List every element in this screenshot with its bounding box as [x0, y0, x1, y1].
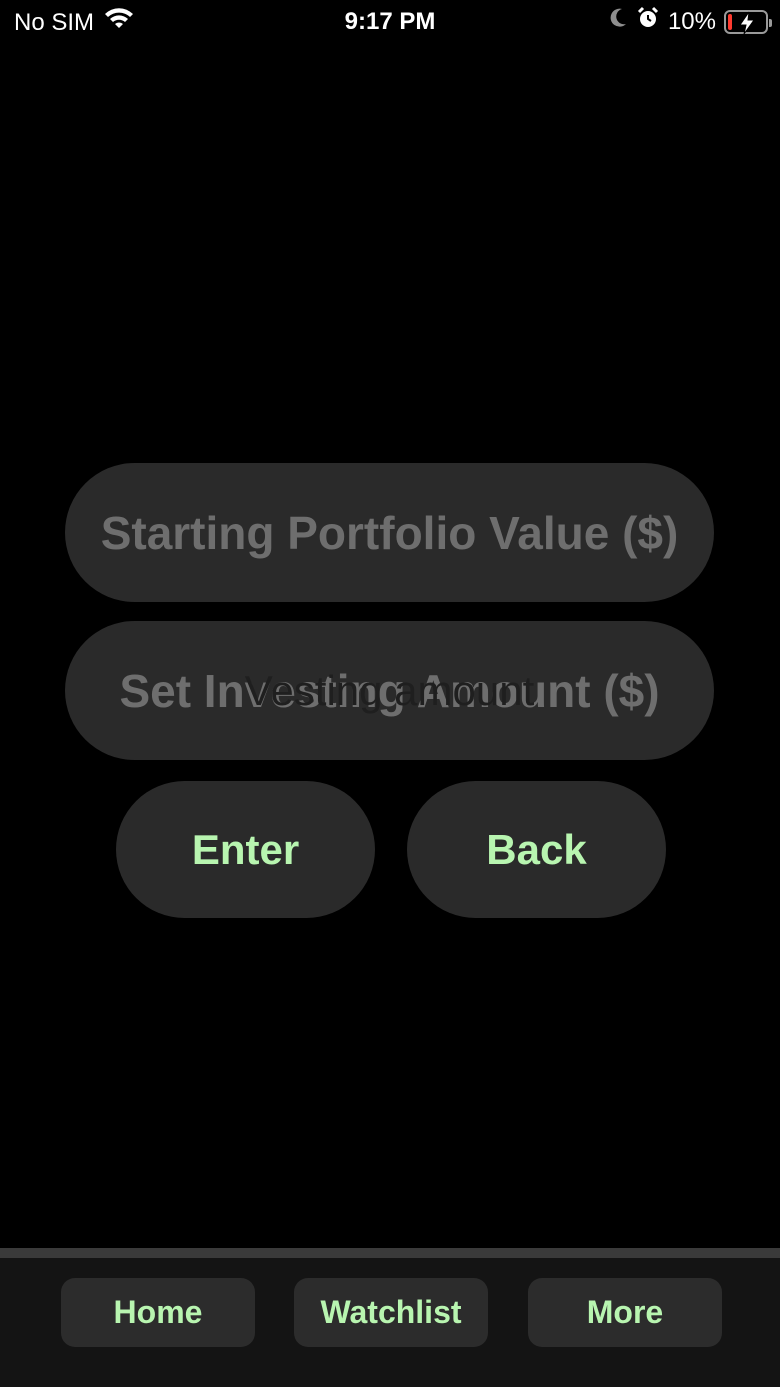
- app-screen: No SIM 9:17 PM 10% Starting Portfolio Va…: [0, 0, 780, 1387]
- battery-level-fill: [728, 13, 732, 30]
- starting-portfolio-value-placeholder: Starting Portfolio Value ($): [100, 506, 679, 559]
- enter-button[interactable]: Enter: [116, 781, 375, 918]
- tab-more[interactable]: More: [528, 1278, 722, 1347]
- investing-amount-input[interactable]: Set Investing Amount ($) Vesting amount: [65, 621, 714, 760]
- investing-amount-placeholder: Set Investing Amount ($): [119, 664, 660, 717]
- battery-percent: 10%: [667, 7, 716, 35]
- tab-bar-divider: [0, 1248, 780, 1258]
- alarm-icon: [636, 6, 660, 37]
- battery-tip: [769, 18, 772, 27]
- status-bar: No SIM 9:17 PM 10%: [0, 0, 780, 44]
- tab-home[interactable]: Home: [61, 1278, 255, 1347]
- tab-bar: Home Watchlist More: [0, 1258, 780, 1387]
- tab-watchlist[interactable]: Watchlist: [294, 1278, 488, 1347]
- battery-charging-icon: [724, 9, 772, 34]
- status-right: 10%: [608, 6, 772, 37]
- moon-icon: [608, 7, 628, 36]
- back-button[interactable]: Back: [407, 781, 666, 918]
- starting-portfolio-value-input[interactable]: Starting Portfolio Value ($): [65, 463, 714, 602]
- bolt-icon: [739, 11, 755, 34]
